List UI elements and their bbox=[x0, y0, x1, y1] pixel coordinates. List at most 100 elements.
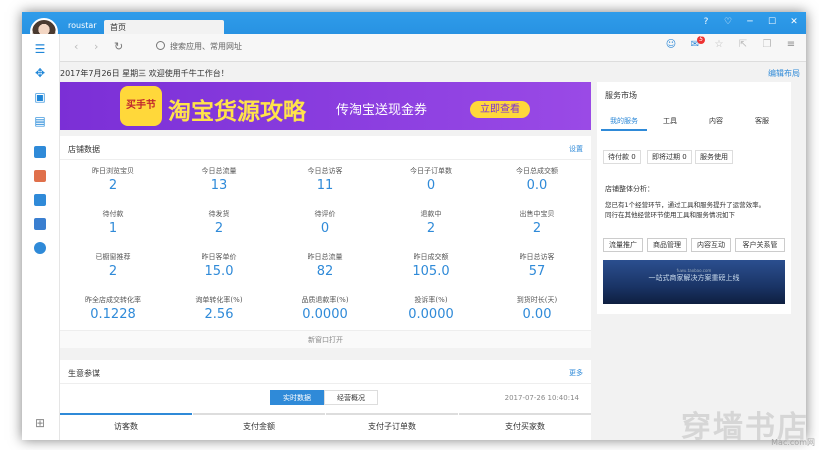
forward-icon[interactable]: › bbox=[94, 40, 98, 53]
card-icon[interactable]: ▤ bbox=[32, 114, 48, 128]
stat-cell[interactable]: 昨日浏览宝贝 2 bbox=[60, 166, 166, 193]
username[interactable]: roustar bbox=[68, 21, 97, 30]
stat-cell[interactable]: 待付款 1 bbox=[60, 209, 166, 236]
tab-home[interactable]: 首页 bbox=[104, 20, 224, 34]
list-icon[interactable]: ☰ bbox=[32, 42, 48, 56]
tab-overview[interactable]: 经营概况 bbox=[324, 390, 378, 405]
banner-view-button[interactable]: 立即查看 bbox=[470, 101, 530, 118]
btn-customer-relation[interactable]: 客户关系管 bbox=[735, 238, 785, 252]
stat-cell[interactable]: 今日子订单数 0 bbox=[378, 166, 484, 193]
window-controls: ? ♡ ─ ☐ ✕ bbox=[700, 17, 800, 27]
btn-content-interact[interactable]: 内容互动 bbox=[691, 238, 731, 252]
help-icon[interactable]: ? bbox=[700, 17, 712, 27]
plugin-icon[interactable]: ✥ bbox=[32, 66, 48, 80]
stat-value[interactable]: 2 bbox=[60, 264, 166, 279]
tab-content[interactable]: 内容 bbox=[693, 116, 739, 126]
stat-value[interactable]: 2 bbox=[484, 221, 590, 236]
stat-value[interactable]: 0.1228 bbox=[60, 307, 166, 322]
minimize-icon[interactable]: ─ bbox=[744, 17, 756, 27]
chip-pending-pay[interactable]: 待付款 0 bbox=[603, 150, 641, 164]
stat-cell[interactable]: 今日总成交额 0.0 bbox=[484, 166, 590, 193]
edit-layout-link[interactable]: 编辑布局 bbox=[768, 68, 800, 79]
business-col-orders[interactable]: 支付子订单数 bbox=[326, 413, 458, 431]
stat-cell[interactable]: 品质退款率(%) 0.0000 bbox=[272, 295, 378, 322]
stat-value[interactable]: 11 bbox=[272, 178, 378, 193]
stat-value[interactable]: 1 bbox=[60, 221, 166, 236]
stat-value[interactable]: 13 bbox=[166, 178, 272, 193]
stat-label: 已橱窗推荐 bbox=[95, 253, 131, 261]
menu-icon[interactable]: ≡ bbox=[784, 39, 798, 50]
shirt-icon[interactable]: ♡ bbox=[722, 17, 734, 27]
stat-value[interactable]: 0.0 bbox=[484, 178, 590, 193]
stat-cell[interactable]: 昨日总访客 57 bbox=[484, 252, 590, 279]
back-icon[interactable]: ‹ bbox=[74, 40, 78, 53]
service-title: 服务市场 bbox=[605, 91, 637, 100]
stat-cell[interactable]: 昨全店成交转化率 0.1228 bbox=[60, 295, 166, 322]
stat-cell[interactable]: 到货时长(天) 0.00 bbox=[484, 295, 590, 322]
stat-cell[interactable]: 昨日总流量 82 bbox=[272, 252, 378, 279]
grid-icon[interactable]: ⊞ bbox=[32, 416, 48, 430]
stat-cell[interactable]: 退款中 2 bbox=[378, 209, 484, 236]
stat-value[interactable]: 105.0 bbox=[378, 264, 484, 279]
app-user-icon[interactable] bbox=[34, 194, 46, 206]
windows-icon[interactable]: ❐ bbox=[760, 39, 774, 50]
app-circle-icon[interactable] bbox=[34, 170, 46, 182]
banner-logo: 买手节 bbox=[120, 86, 162, 126]
stat-value[interactable]: 2 bbox=[378, 221, 484, 236]
stat-value[interactable]: 0.00 bbox=[484, 307, 590, 322]
maximize-icon[interactable]: ☐ bbox=[766, 17, 778, 27]
business-title: 生意参谋 bbox=[68, 369, 100, 378]
bag-icon[interactable]: ▣ bbox=[32, 90, 48, 104]
promo-banner[interactable]: 买手节 淘宝货源攻略 传淘宝送现金券 立即查看 bbox=[60, 82, 591, 130]
stat-value[interactable]: 15.0 bbox=[166, 264, 272, 279]
btn-traffic-promo[interactable]: 流量推广 bbox=[603, 238, 643, 252]
mail-icon[interactable]: ✉ 5 bbox=[688, 36, 705, 50]
stat-cell[interactable]: 待发货 2 bbox=[166, 209, 272, 236]
tab-support[interactable]: 客服 bbox=[739, 116, 785, 126]
service-ad-banner[interactable]: fuwu.taobao.com 一站式商家解决方案重磅上线 bbox=[603, 260, 785, 304]
open-new-window-link[interactable]: 新窗口打开 bbox=[60, 330, 591, 348]
business-col-payment[interactable]: 支付金额 bbox=[193, 413, 325, 431]
business-col-visitors[interactable]: 访客数 bbox=[60, 413, 192, 431]
tab-my-service[interactable]: 我的服务 bbox=[601, 116, 647, 131]
stat-value[interactable]: 82 bbox=[272, 264, 378, 279]
chip-expiring[interactable]: 即将过期 0 bbox=[647, 150, 692, 164]
stat-value[interactable]: 2 bbox=[60, 178, 166, 193]
business-panel: 生意参谋 更多 实时数据 经营概况 2017-07-26 10:40:14 访客… bbox=[60, 360, 591, 440]
stat-value[interactable]: 57 bbox=[484, 264, 590, 279]
stat-value[interactable]: 0 bbox=[272, 221, 378, 236]
chat-icon[interactable]: ☺ bbox=[664, 39, 678, 50]
business-col-buyers[interactable]: 支付买家数 bbox=[459, 413, 591, 431]
stat-cell[interactable]: 询单转化率(%) 2.56 bbox=[166, 295, 272, 322]
stat-cell[interactable]: 待评价 0 bbox=[272, 209, 378, 236]
stat-value[interactable]: 2.56 bbox=[166, 307, 272, 322]
app-shop-icon[interactable] bbox=[34, 146, 46, 158]
tab-realtime[interactable]: 实时数据 bbox=[270, 390, 324, 405]
stat-cell[interactable]: 昨日成交额 105.0 bbox=[378, 252, 484, 279]
share-icon[interactable]: ⇱ bbox=[736, 39, 750, 50]
search-icon bbox=[156, 41, 165, 50]
close-icon[interactable]: ✕ bbox=[788, 17, 800, 27]
stat-cell[interactable]: 已橱窗推荐 2 bbox=[60, 252, 166, 279]
btn-product-manage[interactable]: 商品管理 bbox=[647, 238, 687, 252]
app-chat-icon[interactable] bbox=[34, 242, 46, 254]
stat-value[interactable]: 0.0000 bbox=[272, 307, 378, 322]
stat-cell[interactable]: 今日总流量 13 bbox=[166, 166, 272, 193]
business-more-link[interactable]: 更多 bbox=[569, 368, 583, 378]
stat-cell[interactable]: 投诉率(%) 0.0000 bbox=[378, 295, 484, 322]
main-content: 2017年7月26日 星期三 欢迎使用千牛工作台！ 编辑布局 买手节 淘宝货源攻… bbox=[60, 62, 806, 440]
app-report-icon[interactable] bbox=[34, 218, 46, 230]
stat-cell[interactable]: 出售中宝贝 2 bbox=[484, 209, 590, 236]
stat-value[interactable]: 0.0000 bbox=[378, 307, 484, 322]
store-settings-link[interactable]: 设置 bbox=[569, 144, 583, 154]
stat-label: 到货时长(天) bbox=[516, 296, 558, 304]
stat-value[interactable]: 0 bbox=[378, 178, 484, 193]
stat-value[interactable]: 2 bbox=[166, 221, 272, 236]
stat-cell[interactable]: 昨日客单价 15.0 bbox=[166, 252, 272, 279]
refresh-icon[interactable]: ↻ bbox=[114, 40, 123, 53]
chip-service-usage[interactable]: 服务使用 bbox=[695, 150, 733, 164]
stat-cell[interactable]: 今日总访客 11 bbox=[272, 166, 378, 193]
tab-tools[interactable]: 工具 bbox=[647, 116, 693, 126]
search-input[interactable]: 搜索应用、常用网址 bbox=[156, 39, 576, 55]
star-icon[interactable]: ☆ bbox=[712, 39, 726, 50]
